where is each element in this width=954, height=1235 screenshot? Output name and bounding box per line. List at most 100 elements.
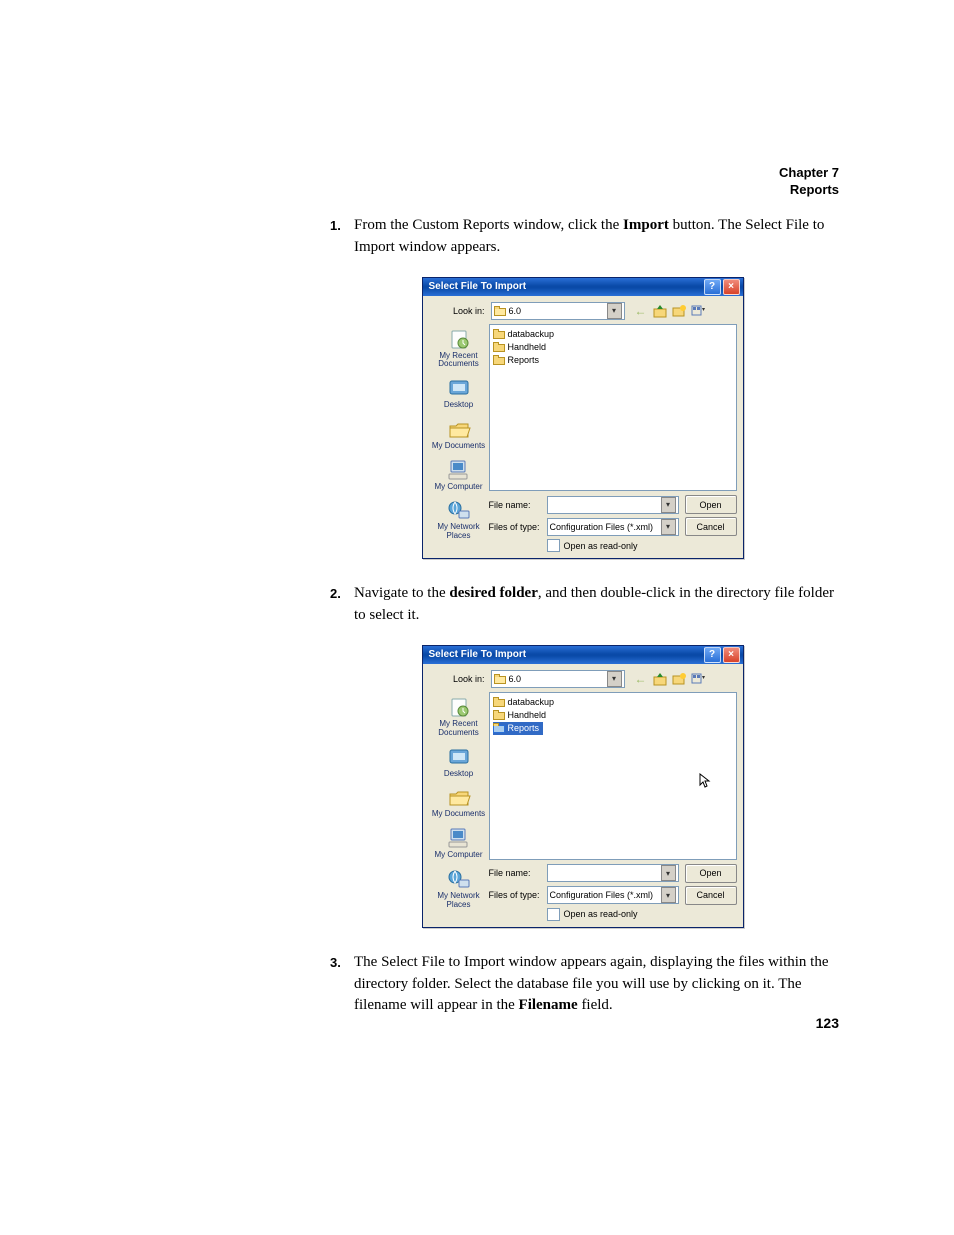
place-desktop[interactable]: Desktop xyxy=(431,375,487,414)
screenshot-1: Select File To Import ? × Look in: 6.0 ▾… xyxy=(330,277,835,560)
my-documents-icon xyxy=(446,786,472,808)
filename-label: File name: xyxy=(489,500,547,510)
filetype-combo[interactable]: Configuration Files (*.xml) ▾ xyxy=(547,886,679,904)
dialog-titlebar[interactable]: Select File To Import ? × xyxy=(423,646,743,664)
up-one-level-icon[interactable] xyxy=(652,671,668,687)
views-menu-icon[interactable] xyxy=(690,303,706,319)
folder-icon xyxy=(493,710,505,720)
cursor-icon xyxy=(699,773,711,789)
file-list[interactable]: databackup Handheld Reports xyxy=(489,692,737,860)
folder-item[interactable]: Reports xyxy=(493,354,733,367)
place-mydocuments[interactable]: My Documents xyxy=(431,784,487,823)
dropdown-arrow-icon[interactable]: ▾ xyxy=(607,303,622,319)
my-computer-icon xyxy=(446,459,472,481)
lookin-combo[interactable]: 6.0 ▾ xyxy=(491,302,625,320)
dropdown-arrow-icon[interactable]: ▾ xyxy=(661,887,676,903)
step-number: 3. xyxy=(330,952,354,973)
views-menu-icon[interactable] xyxy=(690,671,706,687)
folder-item-selected[interactable]: Reports xyxy=(493,722,544,735)
dropdown-arrow-icon[interactable]: ▾ xyxy=(661,865,676,881)
my-computer-icon xyxy=(446,827,472,849)
open-button[interactable]: Open xyxy=(685,864,737,883)
filename-input[interactable]: ▾ xyxy=(547,496,679,514)
folder-item[interactable]: Handheld xyxy=(493,341,733,354)
filetype-label: Files of type: xyxy=(489,522,547,532)
dialog-toolbar: ← xyxy=(633,303,706,319)
help-button[interactable]: ? xyxy=(704,647,721,663)
chapter-label: Chapter 7 xyxy=(779,165,839,182)
folder-icon xyxy=(493,697,505,707)
step-text: Navigate to the desired folder, and then… xyxy=(354,583,835,627)
close-button[interactable]: × xyxy=(723,647,740,663)
dialog-title: Select File To Import xyxy=(429,649,702,660)
folder-item[interactable]: databackup xyxy=(493,328,733,341)
place-desktop[interactable]: Desktop xyxy=(431,744,487,783)
step-1: 1. From the Custom Reports window, click… xyxy=(330,215,835,259)
dialog-titlebar[interactable]: Select File To Import ? × xyxy=(423,278,743,296)
dropdown-arrow-icon[interactable]: ▾ xyxy=(607,671,622,687)
recent-documents-icon xyxy=(446,328,472,350)
lookin-label: Look in: xyxy=(429,674,491,684)
help-button[interactable]: ? xyxy=(704,279,721,295)
lookin-combo[interactable]: 6.0 ▾ xyxy=(491,670,625,688)
readonly-checkbox[interactable] xyxy=(547,539,560,552)
screenshot-2: Select File To Import ? × Look in: 6.0 ▾… xyxy=(330,645,835,928)
place-mynetwork[interactable]: My Network Places xyxy=(431,866,487,914)
dropdown-arrow-icon[interactable]: ▾ xyxy=(661,519,676,535)
desktop-icon xyxy=(446,377,472,399)
cancel-button[interactable]: Cancel xyxy=(685,517,737,536)
step-number: 2. xyxy=(330,583,354,604)
my-documents-icon xyxy=(446,418,472,440)
place-recent[interactable]: My Recent Documents xyxy=(431,694,487,742)
place-mydocuments[interactable]: My Documents xyxy=(431,416,487,455)
folder-icon xyxy=(493,342,505,352)
filetype-combo[interactable]: Configuration Files (*.xml) ▾ xyxy=(547,518,679,536)
place-recent[interactable]: My Recent Documents xyxy=(431,326,487,374)
dialog-toolbar: ← xyxy=(633,671,706,687)
folder-open-icon xyxy=(494,306,506,316)
section-label: Reports xyxy=(779,182,839,199)
filename-input[interactable]: ▾ xyxy=(547,864,679,882)
dropdown-arrow-icon[interactable]: ▾ xyxy=(661,497,676,513)
folder-item[interactable]: Handheld xyxy=(493,709,733,722)
folder-item[interactable]: databackup xyxy=(493,696,733,709)
folder-icon xyxy=(493,723,505,733)
place-mycomputer[interactable]: My Computer xyxy=(431,457,487,496)
back-icon[interactable]: ← xyxy=(633,303,649,319)
desktop-icon xyxy=(446,746,472,768)
step-2: 2. Navigate to the desired folder, and t… xyxy=(330,583,835,627)
place-mycomputer[interactable]: My Computer xyxy=(431,825,487,864)
select-file-dialog: Select File To Import ? × Look in: 6.0 ▾… xyxy=(422,277,744,560)
lookin-label: Look in: xyxy=(429,306,491,316)
places-bar: My Recent Documents Desktop xyxy=(429,692,489,864)
places-bar: My Recent Documents Desktop xyxy=(429,324,489,496)
close-button[interactable]: × xyxy=(723,279,740,295)
select-file-dialog: Select File To Import ? × Look in: 6.0 ▾… xyxy=(422,645,744,928)
folder-open-icon xyxy=(494,674,506,684)
step-text: From the Custom Reports window, click th… xyxy=(354,215,835,259)
folder-icon xyxy=(493,329,505,339)
my-network-places-icon xyxy=(446,868,472,890)
my-network-places-icon xyxy=(446,499,472,521)
page-content: 1. From the Custom Reports window, click… xyxy=(330,215,835,1017)
step-number: 1. xyxy=(330,215,354,236)
place-mynetwork[interactable]: My Network Places xyxy=(431,497,487,545)
folder-icon xyxy=(493,355,505,365)
up-one-level-icon[interactable] xyxy=(652,303,668,319)
open-button[interactable]: Open xyxy=(685,495,737,514)
lookin-value: 6.0 xyxy=(509,306,522,316)
page-header: Chapter 7 Reports xyxy=(779,165,839,199)
back-icon[interactable]: ← xyxy=(633,671,649,687)
lookin-value: 6.0 xyxy=(509,674,522,684)
file-list[interactable]: databackup Handheld Reports xyxy=(489,324,737,492)
new-folder-icon[interactable] xyxy=(671,671,687,687)
new-folder-icon[interactable] xyxy=(671,303,687,319)
page-number: 123 xyxy=(816,1015,839,1031)
recent-documents-icon xyxy=(446,696,472,718)
dialog-title: Select File To Import xyxy=(429,281,702,292)
document-page: Chapter 7 Reports 1. From the Custom Rep… xyxy=(0,0,954,1091)
readonly-checkbox[interactable] xyxy=(547,908,560,921)
cancel-button[interactable]: Cancel xyxy=(685,886,737,905)
step-3: 3. The Select File to Import window appe… xyxy=(330,952,835,1017)
readonly-label: Open as read-only xyxy=(564,541,638,551)
